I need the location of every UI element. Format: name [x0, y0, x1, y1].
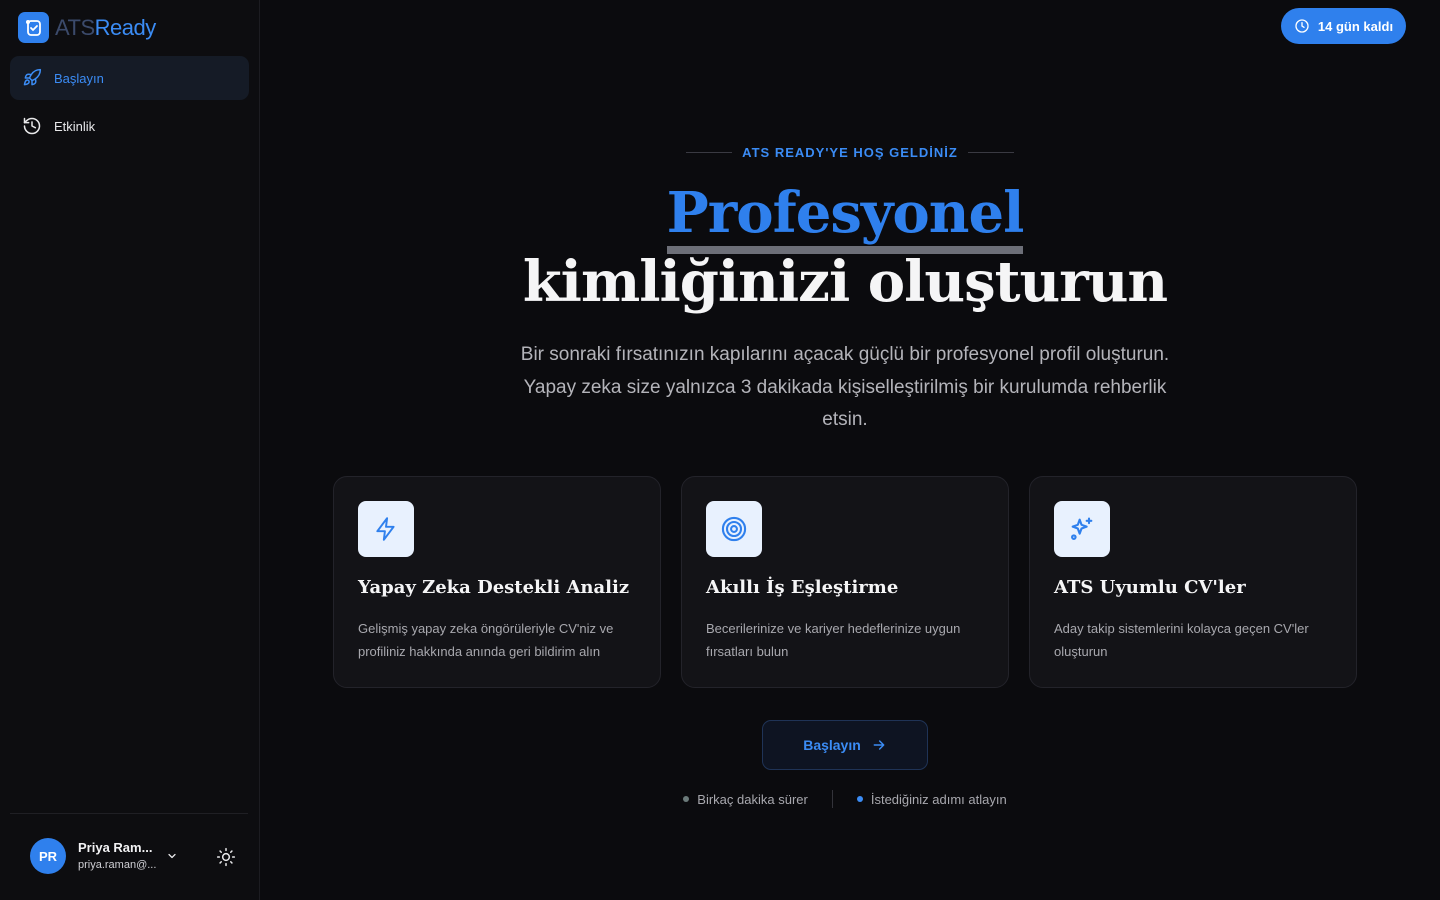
card-title: Akıllı İş Eşleştirme	[706, 577, 899, 598]
rocket-icon	[23, 68, 42, 86]
note-duration: Birkaç dakika sürer	[659, 792, 832, 807]
logo-icon	[18, 12, 49, 43]
note-dot	[856, 796, 863, 802]
sun-icon[interactable]	[216, 847, 236, 867]
user-menu: PR Priya Ram... priya.raman@...	[10, 813, 248, 900]
welcome-eyebrow: ATS READY'YE HOŞ GELDİNİZ	[260, 145, 1440, 160]
sidebar: ATSReady Başlayın Etkinlik PR Priya Ram.…	[0, 0, 260, 900]
hint-notes: Birkaç dakika sürer İstediğiniz adımı at…	[260, 790, 1430, 808]
sidebar-item-start[interactable]: Başlayın	[10, 56, 249, 100]
logo-text: ATSReady	[55, 15, 156, 41]
card-desc: Gelişmiş yapay zeka öngörüleriyle CV'niz…	[358, 621, 614, 659]
feature-card-analysis: Yapay Zeka Destekli Analiz Gelişmiş yapa…	[333, 476, 661, 688]
note-skip: İstediğiniz adımı atlayın	[833, 792, 1031, 807]
history-icon	[23, 117, 41, 135]
sidebar-item-label: Başlayın	[54, 70, 104, 86]
sidebar-item-activity[interactable]: Etkinlik	[10, 104, 249, 148]
hero-lead: Bir sonraki fırsatınızın kapılarını açac…	[520, 344, 1170, 430]
get-started-button[interactable]: Başlayın	[762, 720, 928, 770]
card-icon-box	[1054, 501, 1110, 557]
eyebrow-divider	[686, 152, 733, 153]
get-started-label: Başlayın	[803, 737, 861, 753]
feature-card-ats-cv: ATS Uyumlu CV'ler Aday takip sistemlerin…	[1029, 476, 1357, 688]
card-title: ATS Uyumlu CV'ler	[1054, 577, 1246, 598]
sidebar-item-label: Etkinlik	[54, 118, 96, 134]
card-icon-box	[358, 501, 414, 557]
arrow-right-icon	[873, 740, 885, 750]
note-label: Birkaç dakika sürer	[697, 791, 808, 807]
card-desc: Becerilerinize ve kariyer hedeflerinize …	[706, 621, 961, 659]
card-title: Yapay Zeka Destekli Analiz	[358, 577, 630, 598]
user-email: priya.raman@...	[78, 859, 157, 871]
card-desc: Aday takip sistemlerini kolayca geçen CV…	[1054, 621, 1309, 659]
user-name[interactable]: Priya Ram...	[78, 840, 152, 855]
card-icon-box	[706, 501, 762, 557]
hero-title: kimliğinizi oluşturun	[522, 249, 1168, 315]
chevron-down-icon[interactable]	[166, 850, 178, 862]
logo[interactable]: ATSReady	[18, 12, 156, 43]
hero-title-highlight: Profesyonel	[260, 178, 1430, 254]
feature-card-matching: Akıllı İş Eşleştirme Becerilerinize ve k…	[681, 476, 1009, 688]
main-content: ATS READY'YE HOŞ GELDİNİZ Profesyonel ki…	[260, 0, 1440, 900]
note-label: İstediğiniz adımı atlayın	[870, 791, 1007, 807]
lightning-icon	[376, 517, 395, 541]
target-icon	[721, 516, 747, 542]
eyebrow-divider	[967, 152, 1014, 153]
logo-text-ats: ATS	[55, 14, 95, 40]
hero-title-highlight-text: Profesyonel	[666, 180, 1024, 254]
eyebrow-text: ATS READY'YE HOŞ GELDİNİZ	[742, 145, 958, 160]
avatar[interactable]: PR	[30, 838, 66, 874]
sparkles-icon	[1071, 517, 1093, 540]
sidebar-nav: Başlayın Etkinlik	[10, 56, 249, 152]
logo-text-ready: Ready	[94, 14, 157, 40]
note-dot	[683, 796, 690, 802]
